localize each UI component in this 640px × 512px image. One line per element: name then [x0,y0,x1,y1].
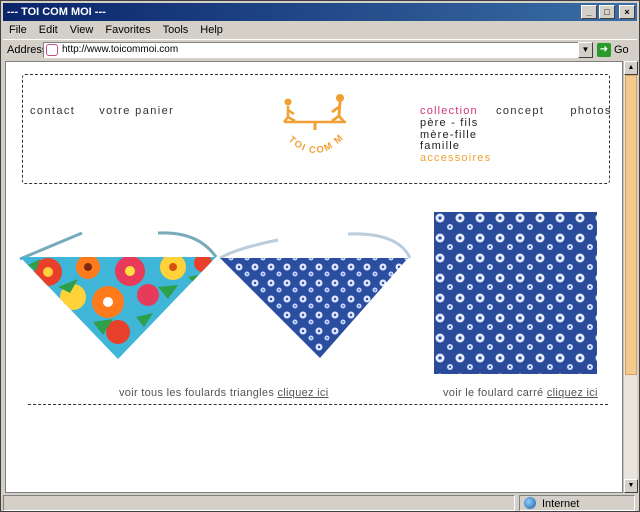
submenu-pere-fils[interactable]: père - fils [420,117,491,130]
submenu-accessoires[interactable]: accessoires [420,152,491,165]
address-input[interactable]: http://www.toicommoi.com [43,42,593,58]
menu-edit[interactable]: Edit [33,22,64,38]
bottom-dashed-line [28,404,608,405]
collection-submenu: père - fils mère-fille famille accessoir… [420,117,491,165]
page-icon [46,44,58,56]
vertical-scrollbar[interactable]: ▲ ▼ [623,61,638,493]
scroll-down-icon[interactable]: ▼ [624,479,638,493]
menu-bar: File Edit View Favorites Tools Help [3,22,637,38]
address-bar: Address http://www.toicommoi.com ▼ ➜ Go [3,39,637,59]
nav-collection: collection père - fils mère-fille famill… [420,105,491,164]
square-scarf-image[interactable] [434,212,597,374]
triangle-scarf-floral-image[interactable] [18,227,218,367]
logo[interactable]: TOI COM MOI [274,92,356,172]
square-link[interactable]: cliquez ici [547,387,598,399]
nav-left: contact votre panier [30,105,174,117]
submenu-famille[interactable]: famille [420,140,491,153]
square-caption: voir le foulard carré cliquez ici [443,387,598,399]
triangles-caption-text: voir tous les foulards triangles [119,387,275,399]
menu-tools[interactable]: Tools [157,22,195,38]
maximize-button[interactable]: □ [599,5,615,19]
menu-favorites[interactable]: Favorites [99,22,156,38]
status-message [3,495,515,511]
menu-help[interactable]: Help [194,22,229,38]
security-zone: Internet [519,495,635,511]
address-dropdown-button[interactable]: ▼ [578,42,593,58]
nav-contact[interactable]: contact [30,105,75,117]
menu-file[interactable]: File [3,22,33,38]
title-bar: --- TOI COM MOI --- _ □ × [3,3,637,21]
browser-window: --- TOI COM MOI --- _ □ × File Edit View… [0,0,640,512]
minimize-button[interactable]: _ [581,5,597,19]
close-button[interactable]: × [619,5,635,19]
page-viewport: contact votre panier TOI COM MOI collect… [5,61,623,493]
address-label: Address [7,44,48,56]
menu-view[interactable]: View [64,22,100,38]
zone-label: Internet [542,498,580,510]
scroll-thumb[interactable] [625,75,637,375]
nav-cart[interactable]: votre panier [99,105,174,117]
square-caption-text: voir le foulard carré [443,387,544,399]
nav-right: concept photos [496,105,612,117]
triangles-caption: voir tous les foulards triangles cliquez… [119,387,328,399]
globe-icon [524,497,536,509]
scroll-up-icon[interactable]: ▲ [624,61,638,75]
go-arrow-icon: ➜ [597,43,611,57]
nav-photos[interactable]: photos [570,105,611,117]
nav-collection-label[interactable]: collection [420,105,491,117]
address-url: http://www.toicommoi.com [62,44,179,55]
nav-concept[interactable]: concept [496,105,544,117]
window-title: --- TOI COM MOI --- [7,6,106,18]
triangle-scarf-blue-image[interactable] [218,230,418,370]
go-button[interactable]: ➜ Go [597,42,629,58]
triangles-link[interactable]: cliquez ici [277,387,328,399]
status-bar: Internet [3,495,637,511]
go-label: Go [614,44,629,56]
